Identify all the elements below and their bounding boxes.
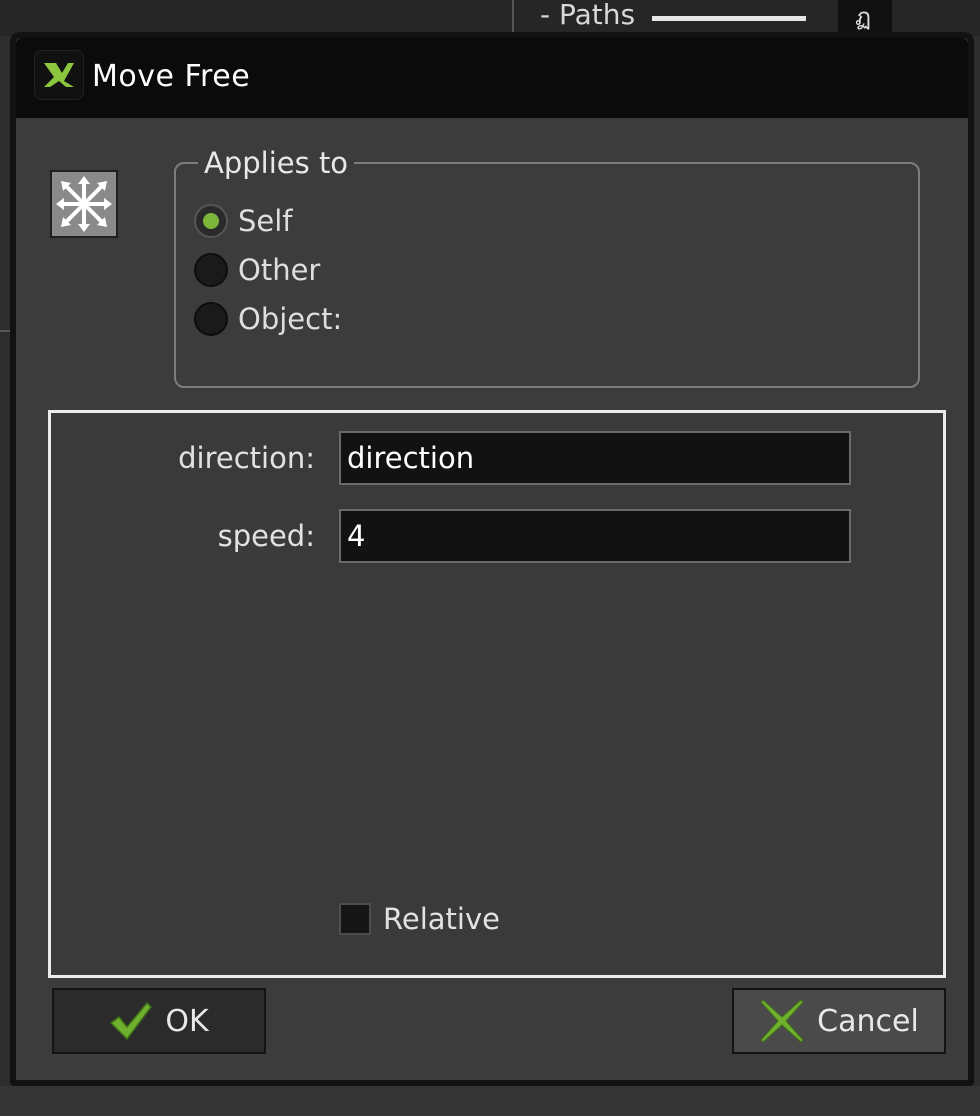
speed-label: speed: — [217, 519, 315, 553]
gamemaker-logo-icon — [34, 50, 84, 100]
gamemaker-logo-svg — [44, 63, 74, 87]
background-paths-line — [652, 16, 806, 21]
arguments-panel: direction: speed: Relative — [48, 410, 946, 978]
checkmark-icon — [109, 1001, 153, 1041]
radio-object-dot[interactable] — [194, 302, 228, 336]
background-toolbar — [0, 0, 980, 36]
radio-other-label: Other — [238, 253, 321, 287]
relative-label: Relative — [383, 902, 500, 936]
direction-label: direction: — [178, 441, 315, 475]
applies-to-legend: Applies to — [198, 138, 355, 188]
applies-to-group: Applies to Self Other Object: — [174, 138, 920, 388]
radio-self-label: Self — [238, 204, 293, 238]
radio-object[interactable]: Object: — [194, 296, 342, 342]
background-paths-label: - Paths — [540, 0, 636, 31]
background-bottom — [0, 1086, 980, 1116]
cancel-button[interactable]: Cancel — [732, 988, 946, 1054]
speed-input[interactable] — [339, 509, 851, 563]
radio-object-label: Object: — [238, 302, 343, 336]
radio-self-dot[interactable] — [194, 204, 228, 238]
relative-checkbox[interactable] — [339, 903, 371, 935]
relative-checkbox-row[interactable]: Relative — [339, 899, 500, 939]
cross-icon — [759, 998, 805, 1044]
dialog-title: Move Free — [92, 59, 251, 94]
radio-other[interactable]: Other — [194, 247, 320, 293]
move-free-dialog: Move Free Applies to Self Other Object: … — [10, 32, 974, 1086]
radio-other-dot[interactable] — [194, 253, 228, 287]
background-divider — [512, 0, 514, 36]
cancel-button-label: Cancel — [817, 1003, 919, 1039]
radio-self[interactable]: Self — [194, 198, 293, 244]
ok-button[interactable]: OK — [52, 988, 266, 1054]
background-divider-right — [888, 0, 892, 36]
background-panel-button: ฏ — [838, 0, 888, 34]
move-arrows-icon — [50, 170, 118, 238]
dialog-titlebar[interactable]: Move Free — [16, 38, 968, 118]
direction-input[interactable] — [339, 431, 851, 485]
ok-button-label: OK — [165, 1003, 209, 1039]
